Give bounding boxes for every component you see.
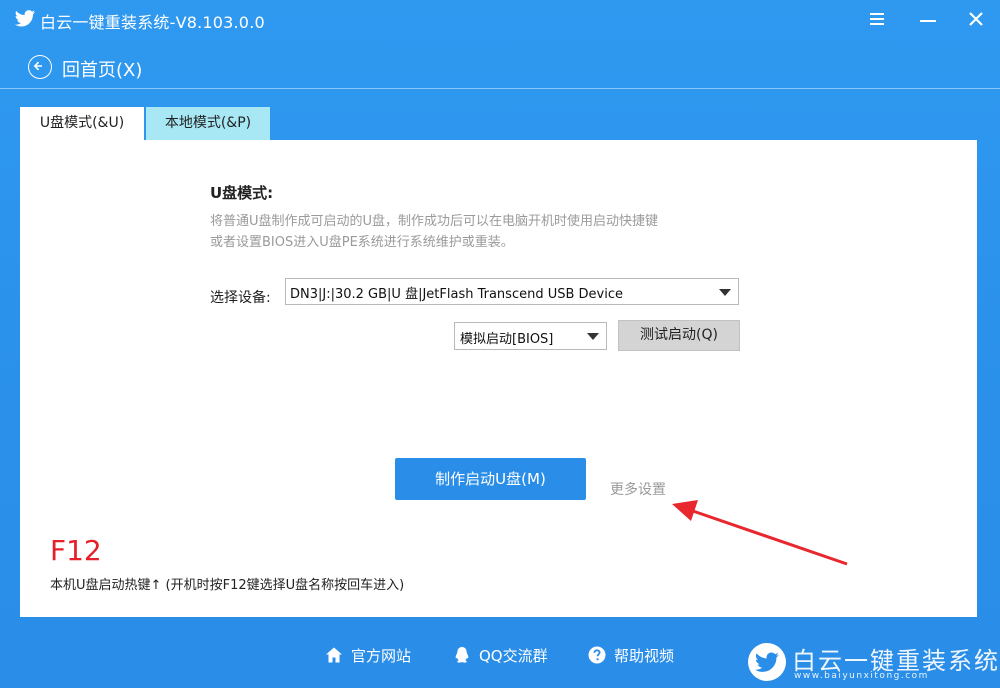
menu-button[interactable] [866, 8, 890, 30]
more-settings-link[interactable]: 更多设置 [610, 479, 666, 499]
hotkey-key: F12 [50, 534, 102, 567]
tab-usb-mode[interactable]: U盘模式(&U) [20, 107, 144, 140]
title-bar: 白云一键重装系统-V8.103.0.0 [0, 0, 1000, 40]
bird-icon [748, 643, 786, 681]
usb-mode-title: U盘模式: [210, 184, 274, 202]
back-arrow-icon [28, 55, 52, 79]
watermark-url: www.baiyunxitong.com [794, 671, 929, 681]
help-video-label: 帮助视频 [614, 647, 675, 665]
device-label: 选择设备: [210, 290, 271, 306]
official-site-label: 官方网站 [351, 647, 412, 665]
qq-penguin-icon [455, 647, 469, 663]
home-icon [326, 647, 342, 663]
chevron-down-icon [719, 289, 731, 296]
back-home-label: 回首页(X) [62, 60, 143, 81]
boot-mode-select[interactable]: 模拟启动[BIOS] [454, 322, 607, 350]
close-button[interactable] [964, 8, 988, 30]
annotation-arrow-icon [672, 500, 848, 566]
usb-mode-description: 将普通U盘制作成可启动的U盘，制作成功后可以在电脑开机时使用启动快捷键 或者设置… [210, 211, 770, 253]
description-line-1: 将普通U盘制作成可启动的U盘，制作成功后可以在电脑开机时使用启动快捷键 [210, 214, 659, 229]
make-boot-usb-button[interactable]: 制作启动U盘(M) [395, 458, 586, 500]
app-title: 白云一键重装系统-V8.103.0.0 [40, 13, 265, 32]
close-icon [969, 12, 983, 26]
tab-local-mode[interactable]: 本地模式(&P) [146, 107, 270, 140]
description-line-2: 或者设置BIOS进入U盘PE系统进行系统维护或重装。 [210, 235, 514, 250]
minimize-button[interactable] [916, 8, 940, 30]
watermark-logo: 白云一键重装系统 www.baiyunxitong.com [748, 643, 998, 685]
hotkey-note: 本机U盘启动热键↑ (开机时按F12键选择U盘名称按回车进入) [50, 578, 405, 593]
device-select[interactable]: DN3|J:|30.2 GB|U 盘|JetFlash Transcend US… [285, 278, 739, 305]
help-icon [588, 646, 606, 664]
qq-group-label: QQ交流群 [479, 647, 548, 665]
boot-mode-value: 模拟启动[BIOS] [460, 332, 554, 347]
header-divider [0, 88, 1000, 89]
test-boot-button[interactable]: 测试启动(Q) [618, 320, 740, 351]
bird-icon [14, 10, 36, 27]
minimize-icon [920, 20, 936, 22]
device-select-value: DN3|J:|30.2 GB|U 盘|JetFlash Transcend US… [290, 287, 623, 302]
chevron-down-icon [587, 333, 599, 340]
